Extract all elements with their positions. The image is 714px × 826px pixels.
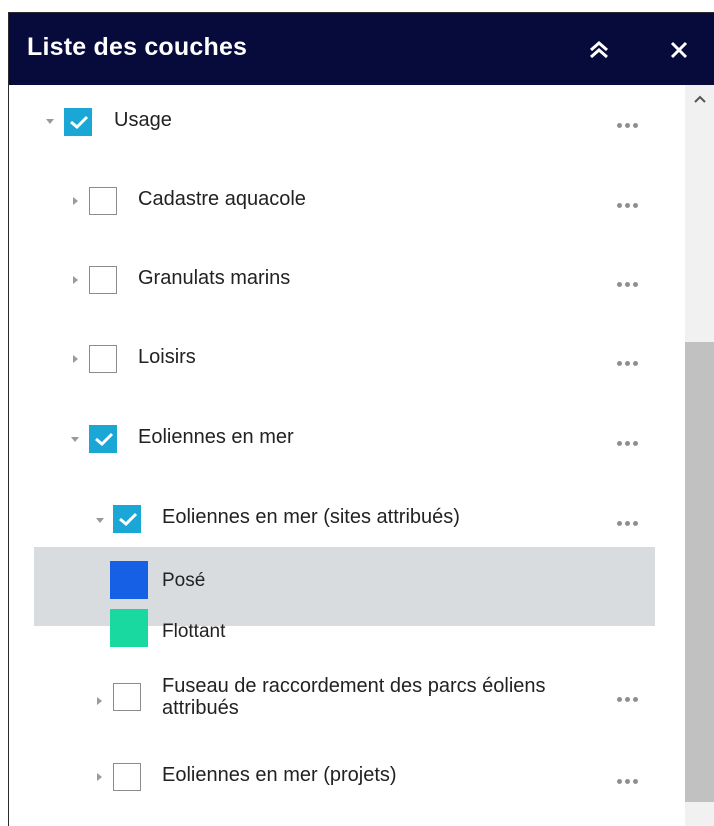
chevron-up-icon (694, 95, 706, 103)
collapse-button[interactable] (582, 33, 616, 67)
close-button[interactable] (662, 33, 696, 67)
layer-label-loisirs: Loisirs (138, 346, 196, 368)
more-options-loisirs[interactable] (617, 355, 641, 369)
check-icon (119, 512, 138, 527)
layer-label-fuseau: Fuseau de raccordement des parcs éoliens… (162, 675, 546, 719)
expand-toggle-sites-attribues[interactable] (96, 518, 104, 523)
checkbox-sites-attribues[interactable] (113, 505, 141, 533)
more-options-usage[interactable] (617, 117, 641, 131)
more-options-projets[interactable] (617, 773, 641, 787)
checkbox-granulats[interactable] (89, 266, 117, 294)
more-options-granulats[interactable] (617, 276, 641, 290)
check-icon (95, 432, 114, 447)
double-chevron-up-icon (590, 41, 608, 59)
checkbox-cadastre[interactable] (89, 187, 117, 215)
more-options-sites-attribues[interactable] (617, 515, 641, 529)
scroll-up-button[interactable] (685, 85, 714, 113)
checkbox-projets[interactable] (113, 763, 141, 791)
layer-tree: Usage Cadastre aquacole Granulats marins… (9, 85, 685, 826)
vertical-scrollbar[interactable] (685, 85, 714, 826)
scrollbar-thumb[interactable] (685, 342, 714, 802)
legend-swatch-pose (110, 561, 148, 599)
checkbox-eoliennes[interactable] (89, 425, 117, 453)
legend-label-flottant: Flottant (162, 621, 226, 642)
layer-list-panel: Liste des couches Usage Cadastre aquacol… (8, 12, 714, 826)
more-options-eoliennes[interactable] (617, 435, 641, 449)
expand-toggle-loisirs[interactable] (73, 355, 78, 363)
layer-label-eoliennes: Eoliennes en mer (138, 426, 294, 448)
layer-label-usage: Usage (114, 109, 172, 131)
expand-toggle-usage[interactable] (46, 119, 54, 124)
expand-toggle-projets[interactable] (97, 773, 102, 781)
expand-toggle-fuseau[interactable] (97, 697, 102, 705)
more-options-cadastre[interactable] (617, 197, 641, 211)
expand-toggle-granulats[interactable] (73, 276, 78, 284)
close-icon (670, 41, 688, 59)
checkbox-fuseau[interactable] (113, 683, 141, 711)
expand-toggle-cadastre[interactable] (73, 197, 78, 205)
layer-label-cadastre: Cadastre aquacole (138, 188, 306, 210)
panel-title: Liste des couches (27, 33, 248, 61)
panel-header: Liste des couches (9, 13, 714, 85)
layer-label-sites-attribues: Eoliennes en mer (sites attribués) (162, 506, 460, 528)
checkbox-usage[interactable] (64, 108, 92, 136)
layer-label-projets: Eoliennes en mer (projets) (162, 764, 397, 786)
legend-label-pose: Posé (162, 570, 206, 591)
check-icon (70, 115, 89, 130)
expand-toggle-eoliennes[interactable] (71, 437, 79, 442)
layer-label-granulats: Granulats marins (138, 267, 291, 289)
more-options-fuseau[interactable] (617, 691, 641, 705)
legend-swatch-flottant (110, 609, 148, 647)
checkbox-loisirs[interactable] (89, 345, 117, 373)
